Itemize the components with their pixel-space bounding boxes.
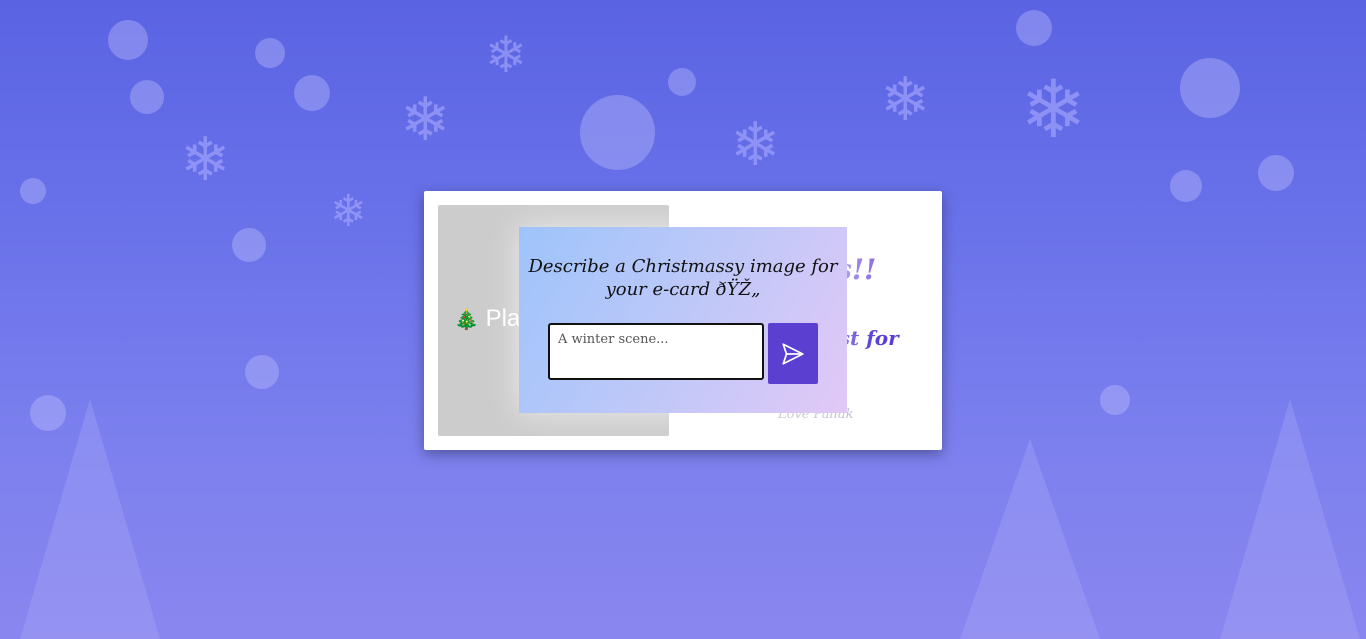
snowflake-icon: ❄ <box>880 65 931 135</box>
send-button[interactable] <box>768 323 818 384</box>
bokeh-light <box>668 68 696 96</box>
pine-tree <box>1220 399 1360 639</box>
bokeh-light <box>245 355 279 389</box>
dialog-title: Describe a Christmassy image for your e-… <box>528 256 838 300</box>
bokeh-light <box>232 228 266 262</box>
pine-tree <box>960 439 1100 639</box>
snowflake-icon: ❄ <box>400 85 451 155</box>
snowflake-icon: ❄ <box>1020 63 1088 156</box>
bokeh-light <box>1100 385 1130 415</box>
snowflake-icon: ❄ <box>485 26 527 84</box>
prompt-dialog: Describe a Christmassy image for your e-… <box>519 227 847 413</box>
bokeh-light <box>1016 10 1052 46</box>
placeholder-label: 🎄 Pla <box>454 305 520 333</box>
placeholder-text: Pla <box>485 305 521 332</box>
bokeh-light <box>294 75 330 111</box>
bokeh-light <box>108 20 148 60</box>
bokeh-light <box>1180 58 1240 118</box>
prompt-input[interactable] <box>548 323 764 380</box>
bokeh-light <box>1258 155 1294 191</box>
send-icon <box>782 342 804 365</box>
bokeh-light <box>130 80 164 114</box>
snowflake-icon: ❄ <box>730 110 781 180</box>
bokeh-light <box>255 38 285 68</box>
snowflake-icon: ❄ <box>330 186 367 237</box>
pine-tree <box>20 399 160 639</box>
bokeh-light <box>1170 170 1202 202</box>
bokeh-light <box>20 178 46 204</box>
bokeh-light <box>580 95 655 170</box>
christmas-tree-icon: 🎄 <box>454 309 479 331</box>
snowflake-icon: ❄ <box>180 125 231 195</box>
